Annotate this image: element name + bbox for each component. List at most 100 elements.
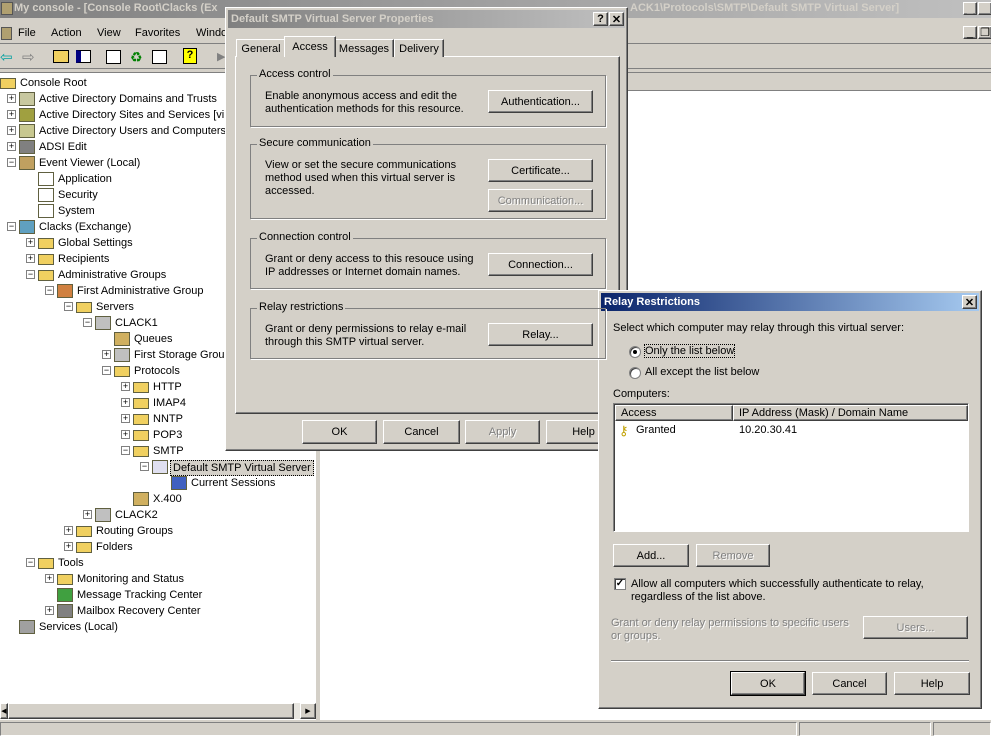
child-restore-button[interactable]: ❐	[978, 26, 991, 39]
collapse-icon[interactable]: −	[102, 366, 111, 375]
apply-button[interactable]: Apply	[465, 420, 540, 444]
tab-messages[interactable]: Messages	[334, 39, 394, 57]
storage-icon	[114, 348, 130, 362]
tree-item[interactable]: Message Tracking Center	[0, 587, 316, 603]
expand-icon[interactable]: +	[7, 126, 16, 135]
collapse-icon[interactable]: −	[7, 158, 16, 167]
remove-button[interactable]: Remove	[696, 544, 770, 567]
tree-item[interactable]: − Default SMTP Virtual Server	[0, 459, 316, 476]
export-list-icon[interactable]	[152, 50, 167, 64]
relay-help-button[interactable]: Help	[894, 672, 970, 695]
radio-button[interactable]	[629, 367, 641, 379]
expand-icon[interactable]: +	[121, 414, 130, 423]
expand-icon[interactable]: +	[7, 142, 16, 151]
horizontal-scrollbar[interactable]: ◀ ▶	[0, 703, 316, 719]
collapse-icon[interactable]: −	[26, 270, 35, 279]
log-icon	[38, 204, 54, 218]
radio-button-checked[interactable]	[629, 346, 641, 358]
relay-ok-button[interactable]: OK	[730, 671, 806, 696]
users-button[interactable]: Users...	[863, 616, 968, 639]
show-hide-tree-icon[interactable]	[76, 50, 91, 63]
tree-item[interactable]: + Monitoring and Status	[0, 571, 316, 587]
tree-item[interactable]: + Mailbox Recovery Center	[0, 603, 316, 619]
help-icon[interactable]: ?	[183, 48, 197, 64]
forward-icon[interactable]: ⇨	[22, 48, 35, 66]
tree-item[interactable]: X.400	[0, 491, 316, 507]
relay-button[interactable]: Relay...	[488, 323, 593, 346]
tree-item[interactable]: + Routing Groups	[0, 523, 316, 539]
group-description: Grant or deny permissions to relay e-mai…	[265, 323, 467, 348]
back-icon[interactable]: ⇦	[0, 48, 13, 66]
expand-icon[interactable]: +	[83, 510, 92, 519]
connection-button[interactable]: Connection...	[488, 253, 593, 276]
tab-access[interactable]: Access	[284, 36, 336, 57]
scroll-thumb[interactable]	[8, 703, 294, 719]
menu-favorites[interactable]: Favorites	[135, 27, 180, 39]
computers-list[interactable]: Access IP Address (Mask) / Domain Name ⚷…	[613, 403, 969, 532]
tracking-icon	[57, 588, 73, 602]
tree-item[interactable]: + CLACK2	[0, 507, 316, 523]
context-help-button[interactable]: ?	[593, 12, 608, 26]
expand-icon[interactable]: +	[26, 254, 35, 263]
collapse-icon[interactable]: −	[64, 302, 73, 311]
child-minimize-button[interactable]: _	[963, 26, 977, 39]
authentication-button[interactable]: Authentication...	[488, 90, 593, 113]
column-header-access[interactable]: Access	[615, 405, 733, 421]
cancel-button[interactable]: Cancel	[383, 420, 460, 444]
tree-item-label: Protocols	[134, 365, 180, 377]
communication-button[interactable]: Communication...	[488, 189, 593, 212]
allow-auth-label: Allow all computers which successfully a…	[631, 578, 924, 603]
expand-icon[interactable]: +	[64, 542, 73, 551]
collapse-icon[interactable]: −	[26, 558, 35, 567]
expand-icon[interactable]: +	[121, 382, 130, 391]
expand-icon[interactable]: +	[102, 350, 111, 359]
scroll-left-button[interactable]: ◀	[0, 703, 8, 719]
expand-icon[interactable]: +	[121, 398, 130, 407]
menu-window[interactable]: Windo	[196, 27, 227, 39]
tree-item[interactable]: − Tools	[0, 555, 316, 571]
add-button[interactable]: Add...	[613, 544, 689, 567]
tab-delivery[interactable]: Delivery	[394, 39, 444, 57]
up-folder-icon[interactable]	[53, 50, 69, 63]
group-title: Access control	[257, 68, 333, 80]
tree-item-label: System	[58, 205, 95, 217]
relay-close-button[interactable]: ✕	[962, 295, 977, 309]
expand-icon[interactable]: +	[45, 606, 54, 615]
menu-view[interactable]: View	[97, 27, 121, 39]
expand-icon[interactable]: +	[45, 574, 54, 583]
allow-auth-checkbox[interactable]: ✓	[614, 578, 626, 590]
close-button[interactable]: ✕	[609, 12, 624, 26]
tree-item[interactable]: Services (Local)	[0, 619, 316, 635]
group-secure-communication: Secure communication View or set the sec…	[250, 137, 606, 219]
group-description: View or set the secure communications me…	[265, 159, 457, 197]
scroll-right-button[interactable]: ▶	[300, 703, 316, 719]
tab-general[interactable]: General	[236, 39, 286, 57]
collapse-icon[interactable]: −	[140, 462, 149, 471]
menu-action[interactable]: Action	[51, 27, 82, 39]
restore-button[interactable]: ❐	[978, 2, 991, 15]
column-header-address[interactable]: IP Address (Mask) / Domain Name	[733, 405, 968, 421]
refresh-icon[interactable]: ♻	[130, 49, 143, 66]
collapse-icon[interactable]: −	[83, 318, 92, 327]
certificate-button[interactable]: Certificate...	[488, 159, 593, 182]
tree-item-label: Queues	[134, 333, 173, 345]
expand-icon[interactable]: +	[7, 94, 16, 103]
expand-icon[interactable]: +	[7, 110, 16, 119]
collapse-icon[interactable]: −	[45, 286, 54, 295]
properties-icon[interactable]	[106, 50, 121, 64]
computer-row[interactable]: ⚷ Granted 10.20.30.41	[616, 423, 966, 439]
tree-item-label: Recipients	[58, 253, 110, 265]
relay-cancel-button[interactable]: Cancel	[812, 672, 887, 695]
ok-button[interactable]: OK	[302, 420, 377, 444]
status-pane-2	[799, 722, 931, 736]
collapse-icon[interactable]: −	[7, 222, 16, 231]
tree-item[interactable]: Current Sessions	[0, 475, 316, 491]
expand-icon[interactable]: +	[121, 430, 130, 439]
expand-icon[interactable]: +	[26, 238, 35, 247]
menu-file[interactable]: File	[18, 27, 36, 39]
collapse-icon[interactable]: −	[121, 446, 130, 455]
minimize-button[interactable]: _	[963, 2, 977, 15]
sites-icon	[19, 108, 35, 122]
tree-item[interactable]: + Folders	[0, 539, 316, 555]
expand-icon[interactable]: +	[64, 526, 73, 535]
